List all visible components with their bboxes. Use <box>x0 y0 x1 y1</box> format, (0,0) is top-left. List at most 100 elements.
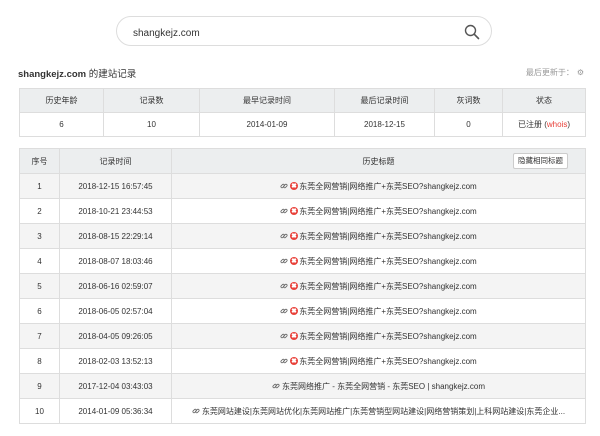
row-title: 东莞全网营销|网络推广+东莞SEO?shangkejz.com <box>299 256 477 266</box>
row-index: 10 <box>19 398 60 424</box>
gray-word-count-value: 0 <box>434 112 503 137</box>
whois-link[interactable]: whois <box>547 120 567 129</box>
warning-badge-icon <box>290 206 299 215</box>
table-row: 6 2018-06-05 02:57:04 东莞全网营销|网络推广+东莞SEO?sh… <box>19 298 586 324</box>
table-row: 3 2018-08-15 22:29:14 东莞全网营销|网络推广+东莞SEO?sh… <box>19 223 586 249</box>
earliest-record-value: 2014-01-09 <box>199 112 335 137</box>
link-icon[interactable] <box>280 282 288 290</box>
status-cell: 已注册 (whois) <box>502 112 586 137</box>
search-box <box>116 16 492 46</box>
warning-badge-icon <box>290 306 299 315</box>
row-index: 3 <box>19 223 60 249</box>
status-text: 已注册 <box>517 120 542 129</box>
row-time: 2014-01-09 05:36:34 <box>59 398 172 424</box>
link-icon[interactable] <box>280 207 288 215</box>
row-title: 东莞全网营销|网络推广+东莞SEO?shangkejz.com <box>299 206 477 216</box>
summary-header: 灰词数 <box>434 88 503 113</box>
search-icon[interactable] <box>464 24 480 40</box>
row-time: 2018-06-16 02:59:07 <box>59 273 172 299</box>
link-icon[interactable] <box>280 332 288 340</box>
row-index: 9 <box>19 373 60 399</box>
table-row: 9 2017-12-04 03:43:03 东莞网络推广 - 东莞全网营销 - 东莞… <box>19 373 586 399</box>
row-title-cell: 东莞全网营销|网络推广+东莞SEO?shangkejz.com <box>171 348 586 374</box>
history-header: 历史标题 隐藏相同标题 <box>171 148 586 174</box>
history-table: 序号 记录时间 历史标题 隐藏相同标题 1 2018-12-15 16:57:45… <box>19 148 586 424</box>
warning-badge-icon <box>290 231 299 240</box>
row-title-cell: 东莞网站建设|东莞网站优化|东莞网站推广|东莞营销型网站建设|网络营销策划|上科… <box>171 398 586 424</box>
latest-record-value: 2018-12-15 <box>334 112 435 137</box>
summary-header: 记录数 <box>103 88 200 113</box>
row-time: 2017-12-04 03:43:03 <box>59 373 172 399</box>
row-title-cell: 东莞全网营销|网络推广+东莞SEO?shangkejz.com <box>171 248 586 274</box>
page-title-suffix: 的建站记录 <box>86 69 137 80</box>
row-index: 7 <box>19 323 60 349</box>
table-row: 10 2014-01-09 05:36:34 东莞网站建设|东莞网站优化|东莞网站推… <box>19 398 586 424</box>
row-title: 东莞网站建设|东莞网站优化|东莞网站推广|东莞营销型网站建设|网络营销策划|上科… <box>201 406 566 416</box>
link-icon[interactable] <box>280 232 288 240</box>
row-time: 2018-10-21 23:44:53 <box>59 198 172 224</box>
link-icon[interactable] <box>280 307 288 315</box>
table-row: 2 2018-10-21 23:44:53 东莞全网营销|网络推广+东莞SEO?sh… <box>19 198 586 224</box>
summary-table: 历史年龄 记录数 最早记录时间 最后记录时间 灰词数 状态 6 10 2014-… <box>19 88 586 137</box>
summary-header: 最早记录时间 <box>199 88 335 113</box>
row-title-cell: 东莞全网营销|网络推广+东莞SEO?shangkejz.com <box>171 173 586 199</box>
link-icon[interactable] <box>280 257 288 265</box>
row-index: 5 <box>19 273 60 299</box>
table-row: 5 2018-06-16 02:59:07 东莞全网营销|网络推广+东莞SEO?sh… <box>19 273 586 299</box>
link-icon[interactable] <box>280 357 288 365</box>
row-title-cell: 东莞全网营销|网络推广+东莞SEO?shangkejz.com <box>171 323 586 349</box>
record-count-value: 10 <box>103 112 200 137</box>
row-time: 2018-02-03 13:52:13 <box>59 348 172 374</box>
row-time: 2018-06-05 02:57:04 <box>59 298 172 324</box>
table-row: 1 2018-12-15 16:57:45 东莞全网营销|网络推广+东莞SEO?sh… <box>19 173 586 199</box>
row-index: 8 <box>19 348 60 374</box>
history-age-value: 6 <box>19 112 104 137</box>
summary-value-row: 6 10 2014-01-09 2018-12-15 0 已注册 (whois) <box>19 112 586 137</box>
refresh-link[interactable]: 最后更新于： ⚙ <box>526 67 584 78</box>
row-title: 东莞全网营销|网络推广+东莞SEO?shangkejz.com <box>299 306 477 316</box>
table-row: 4 2018-08-07 18:03:46 东莞全网营销|网络推广+东莞SEO?sh… <box>19 248 586 274</box>
link-icon[interactable] <box>280 182 288 190</box>
row-index: 1 <box>19 173 60 199</box>
history-body: 1 2018-12-15 16:57:45 东莞全网营销|网络推广+东莞SEO?sh… <box>19 173 586 424</box>
hide-duplicate-titles-button[interactable]: 隐藏相同标题 <box>513 153 568 169</box>
row-index: 6 <box>19 298 60 324</box>
table-row: 7 2018-04-05 09:26:05 东莞全网营销|网络推广+东莞SEO?sh… <box>19 323 586 349</box>
row-title-cell: 东莞全网营销|网络推广+东莞SEO?shangkejz.com <box>171 298 586 324</box>
row-title: 东莞全网营销|网络推广+东莞SEO?shangkejz.com <box>299 356 477 366</box>
search-input[interactable] <box>131 24 455 42</box>
history-header: 记录时间 <box>59 148 172 174</box>
gear-icon[interactable]: ⚙ <box>577 68 584 77</box>
page-title: shangkejz.com 的建站记录 <box>18 66 136 80</box>
link-icon[interactable] <box>192 407 200 415</box>
history-header: 序号 <box>19 148 60 174</box>
row-time: 2018-08-07 18:03:46 <box>59 248 172 274</box>
row-title-cell: 东莞全网营销|网络推广+东莞SEO?shangkejz.com <box>171 273 586 299</box>
row-title-cell: 东莞全网营销|网络推广+东莞SEO?shangkejz.com <box>171 198 586 224</box>
summary-header: 最后记录时间 <box>334 88 435 113</box>
warning-badge-icon <box>290 281 299 290</box>
table-row: 8 2018-02-03 13:52:13 东莞全网营销|网络推广+东莞SEO?sh… <box>19 348 586 374</box>
refresh-label: 最后更新于： <box>525 68 574 77</box>
row-title: 东莞全网营销|网络推广+东莞SEO?shangkejz.com <box>299 281 477 291</box>
page-title-domain: shangkejz.com <box>18 69 87 80</box>
row-title-cell: 东莞网络推广 - 东莞全网营销 - 东莞SEO | shangkejz.com <box>171 373 586 399</box>
summary-header: 状态 <box>502 88 586 113</box>
link-icon[interactable] <box>272 382 280 390</box>
row-index: 4 <box>19 248 60 274</box>
row-title: 东莞网络推广 - 东莞全网营销 - 东莞SEO | shangkejz.com <box>282 381 485 391</box>
row-title: 东莞全网营销|网络推广+东莞SEO?shangkejz.com <box>299 231 477 241</box>
warning-badge-icon <box>290 181 299 190</box>
row-time: 2018-04-05 09:26:05 <box>59 323 172 349</box>
warning-badge-icon <box>290 256 299 265</box>
paren-close: ) <box>567 120 571 129</box>
row-time: 2018-08-15 22:29:14 <box>59 223 172 249</box>
row-title-cell: 东莞全网营销|网络推广+东莞SEO?shangkejz.com <box>171 223 586 249</box>
summary-header-row: 历史年龄 记录数 最早记录时间 最后记录时间 灰词数 状态 <box>19 88 586 113</box>
row-time: 2018-12-15 16:57:45 <box>59 173 172 199</box>
row-title: 东莞全网营销|网络推广+东莞SEO?shangkejz.com <box>299 181 477 191</box>
row-title: 东莞全网营销|网络推广+东莞SEO?shangkejz.com <box>299 331 477 341</box>
warning-badge-icon <box>290 356 299 365</box>
warning-badge-icon <box>290 331 299 340</box>
row-index: 2 <box>19 198 60 224</box>
